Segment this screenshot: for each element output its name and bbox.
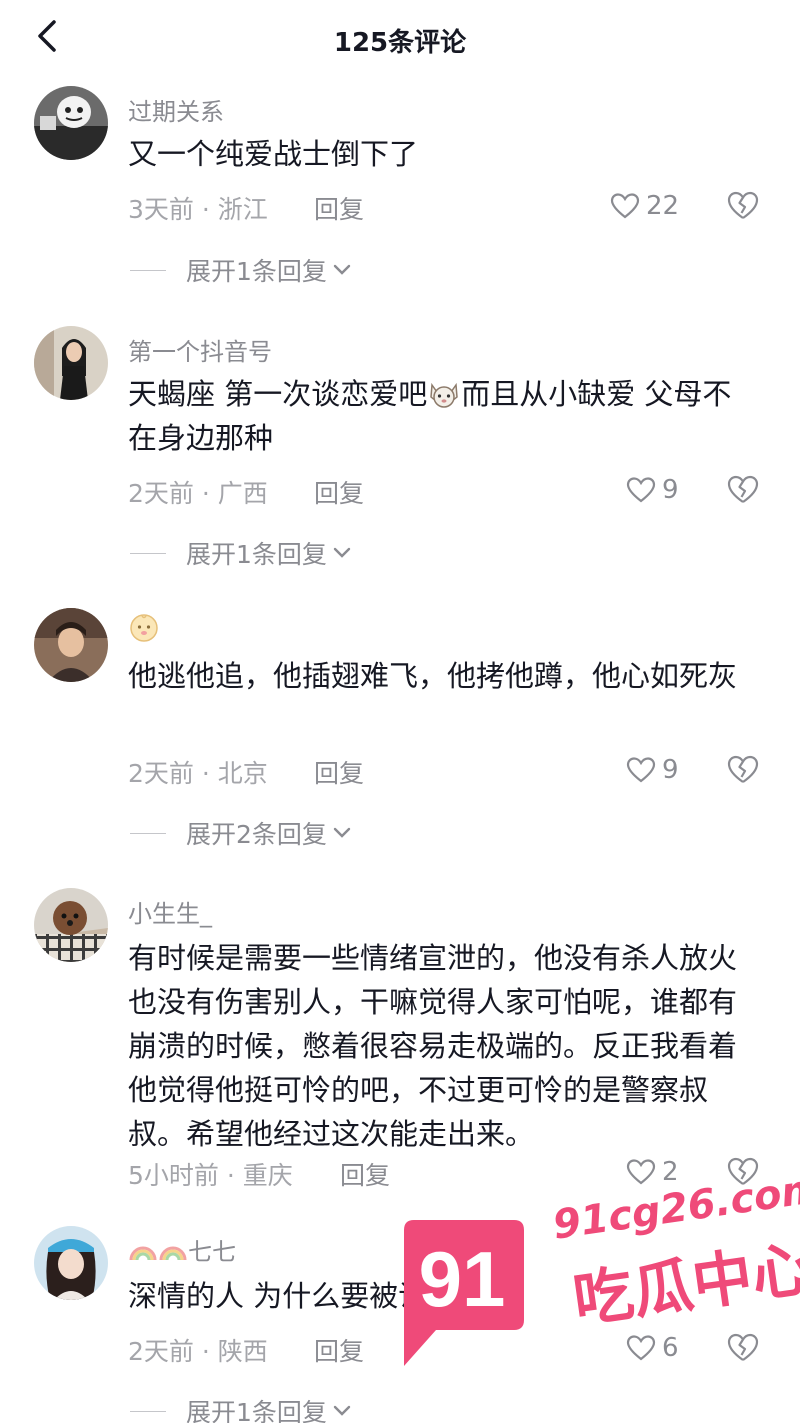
reply-button[interactable]: 回复: [314, 1332, 364, 1368]
comment-username[interactable]: 过期关系: [128, 92, 224, 127]
like-button[interactable]: 9: [626, 754, 679, 786]
comment-text: 又一个纯爱战士倒下了: [128, 137, 419, 171]
comment-username[interactable]: 第一个抖音号: [128, 332, 272, 367]
rainbow-emoji: [128, 1234, 188, 1270]
comment-time-location: 2天前 · 北京: [128, 759, 268, 788]
expand-replies-label: 展开1条回复: [186, 540, 327, 569]
dislike-button[interactable]: [726, 190, 760, 222]
chevron-down-icon: [333, 1405, 351, 1416]
like-button[interactable]: 9: [626, 474, 679, 506]
comment-username-text: 七七: [188, 1238, 236, 1266]
expand-replies[interactable]: 展开1条回复: [130, 535, 353, 571]
divider-line: [130, 832, 166, 834]
broken-heart-icon: [727, 191, 759, 219]
dislike-button[interactable]: [726, 474, 760, 506]
chevron-down-icon: [333, 827, 351, 838]
comment-time-location: 2天前 · 陕西: [128, 1337, 268, 1366]
expand-replies[interactable]: 展开2条回复: [130, 815, 353, 851]
watermark-badge-text: 91: [419, 1235, 506, 1323]
divider-line: [130, 552, 166, 554]
comment-text: 他逃他追，他插翅难飞，他拷他蹲，他心如死灰: [128, 659, 738, 693]
reply-button[interactable]: 回复: [314, 474, 364, 510]
comment-time-location: 2天前 · 广西: [128, 479, 268, 508]
expand-replies-label: 展开1条回复: [186, 257, 327, 286]
avatar[interactable]: [34, 86, 108, 160]
comment-text: 天蝎座 第一次谈恋爱吧 而且从小缺爱 父母不在身边那种: [128, 372, 754, 460]
divider-line: [130, 1410, 166, 1412]
avatar-image: [34, 608, 108, 682]
comment-username[interactable]: [128, 612, 160, 650]
expand-replies[interactable]: 展开1条回复: [130, 1393, 353, 1423]
like-count: 22: [646, 191, 680, 221]
avatar-image: [34, 86, 108, 160]
comment-text-part: 天蝎座 第一次谈恋爱吧: [128, 377, 428, 411]
expand-replies[interactable]: 展开1条回复: [130, 252, 353, 288]
avatar[interactable]: [34, 1226, 108, 1300]
expand-replies-label: 展开2条回复: [186, 820, 327, 849]
watermark: 91cg26.com 91 吃瓜中心: [396, 1165, 800, 1423]
comment-text: 有时候是需要一些情绪宣泄的，他没有杀人放火也没有伤害别人，干嘛觉得人家可怕呢，谁…: [128, 941, 738, 1151]
reply-button[interactable]: 回复: [340, 1156, 390, 1192]
comment-time-location: 5小时前 · 重庆: [128, 1161, 293, 1190]
like-count: 9: [662, 475, 679, 505]
chevron-down-icon: [333, 547, 351, 558]
heart-icon: [610, 193, 640, 219]
broken-heart-icon: [727, 755, 759, 783]
avatar[interactable]: [34, 888, 108, 962]
comments-header: 125条评论: [0, 0, 800, 78]
page-title: 125条评论: [333, 28, 467, 58]
avatar-image: [34, 888, 108, 962]
watermark-badge: 91: [396, 1216, 528, 1368]
heart-icon: [626, 757, 656, 783]
expand-replies-label: 展开1条回复: [186, 1398, 327, 1423]
comment-username[interactable]: 七七: [128, 1232, 236, 1270]
avatar[interactable]: [34, 608, 108, 682]
avatar-image: [34, 1226, 108, 1300]
divider-line: [130, 269, 166, 271]
baby-face-emoji: [130, 614, 158, 642]
reply-button[interactable]: 回复: [314, 190, 364, 226]
comment-username[interactable]: 小生生_: [128, 894, 212, 929]
chevron-down-icon: [333, 264, 351, 275]
heart-icon: [626, 477, 656, 503]
comment-time-location: 3天前 · 浙江: [128, 195, 268, 224]
like-count: 9: [662, 755, 679, 785]
dislike-button[interactable]: [726, 754, 760, 786]
broken-heart-icon: [727, 475, 759, 503]
like-button[interactable]: 22: [610, 190, 679, 222]
avatar-image: [34, 326, 108, 400]
reply-button[interactable]: 回复: [314, 754, 364, 790]
cat-face-emoji: [427, 377, 461, 408]
avatar[interactable]: [34, 326, 108, 400]
